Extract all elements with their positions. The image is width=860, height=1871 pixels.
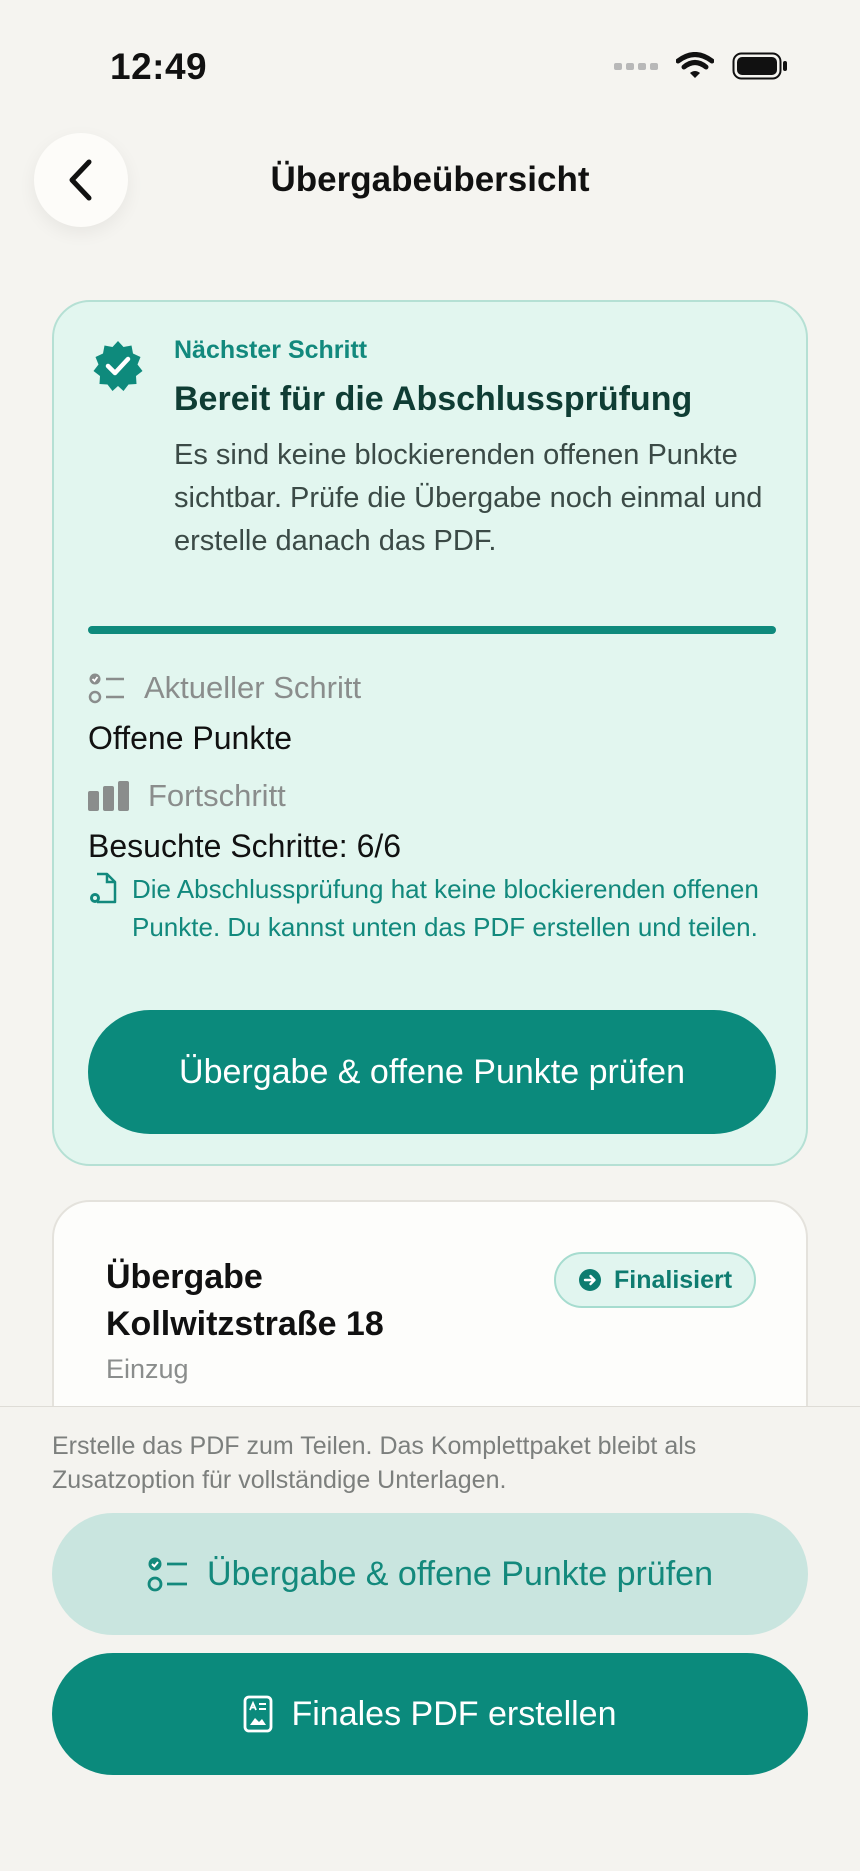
status-bar: 12:49 (0, 0, 860, 110)
current-step-value: Offene Punkte (88, 720, 292, 756)
step-title: Bereit für die Abschlussprüfung (174, 380, 693, 418)
next-step-card: Nächster Schritt Bereit für die Abschlus… (52, 300, 808, 1166)
status-time: 12:49 (110, 46, 208, 87)
status-icons (614, 52, 788, 80)
step-kicker: Nächster Schritt (174, 336, 368, 364)
progress-label-row: Fortschritt (88, 778, 286, 814)
handover-type: Einzug (106, 1354, 189, 1384)
review-handover-secondary-button[interactable]: Übergabe & offene Punkte prüfen (52, 1513, 808, 1635)
note-text: Die Abschlussprüfung hat keine blockiere… (132, 874, 759, 942)
checklist-icon (147, 1557, 188, 1592)
handover-title: Übergabe Kollwitzstraße 18 (106, 1258, 384, 1343)
final-check-note: Die Abschlussprüfung hat keine blockiere… (88, 870, 768, 946)
progress-divider (88, 626, 776, 634)
document-gear-icon (90, 872, 117, 904)
current-step-label-row: Aktueller Schritt (88, 670, 361, 706)
status-badge-label: Finalisiert (614, 1265, 733, 1294)
arrow-circle-icon (579, 1269, 601, 1291)
pdf-button-label: Finales PDF erstellen (291, 1694, 617, 1733)
nav-bar: Übergabeübersicht (0, 130, 860, 230)
pdf-document-icon (244, 1695, 273, 1733)
checklist-icon (88, 673, 124, 704)
bar-chart-icon (88, 781, 129, 811)
create-final-pdf-button[interactable]: Finales PDF erstellen (52, 1653, 808, 1775)
current-step-label: Aktueller Schritt (144, 670, 362, 705)
sheet-hint: Erstelle das PDF zum Teilen. Das Komplet… (52, 1432, 697, 1494)
signal-icon (614, 63, 658, 70)
battery-icon (732, 52, 787, 80)
page-title: Übergabeübersicht (270, 160, 590, 199)
review-handover-button[interactable]: Übergabe & offene Punkte prüfen (88, 1010, 776, 1134)
seal-check-icon (93, 341, 143, 391)
secondary-button-label: Übergabe & offene Punkte prüfen (207, 1554, 713, 1593)
bottom-action-sheet: Erstelle das PDF zum Teilen. Das Komplet… (0, 1406, 860, 1871)
step-description: Es sind keine blockierenden offenen Punk… (174, 439, 763, 557)
progress-value: Besuchte Schritte: 6/6 (88, 828, 402, 864)
status-badge: Finalisiert (554, 1252, 757, 1308)
progress-label: Fortschritt (148, 778, 286, 813)
wifi-icon (676, 52, 714, 78)
